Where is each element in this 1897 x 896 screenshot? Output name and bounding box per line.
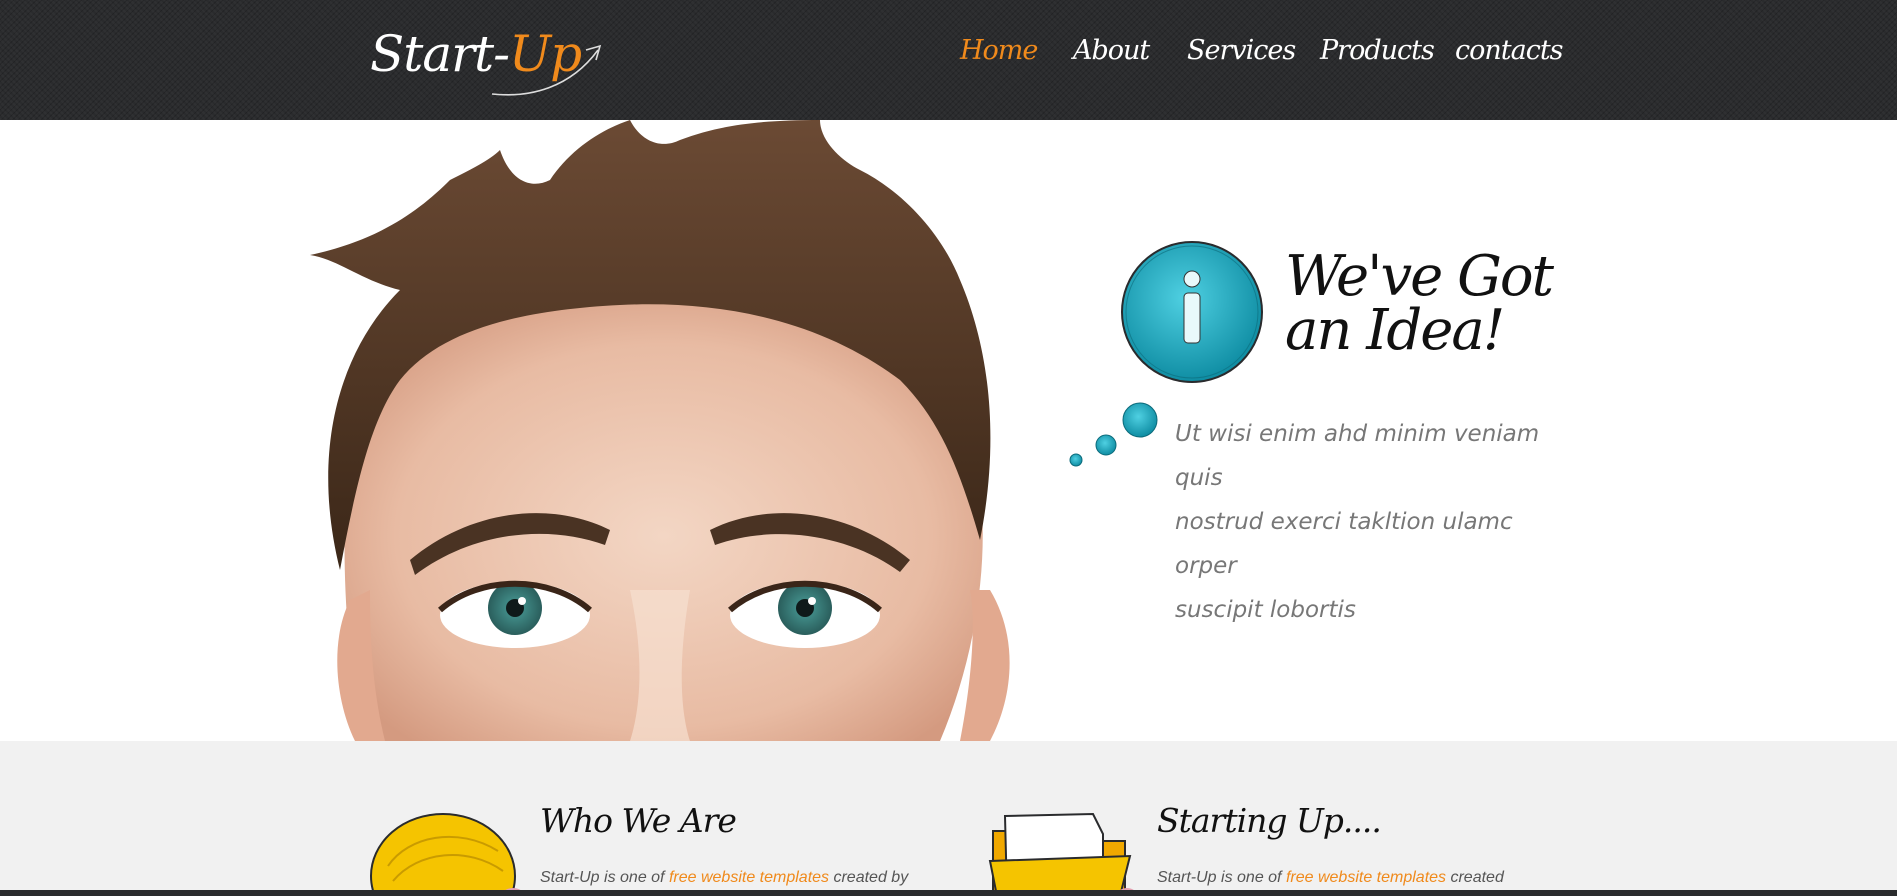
features-section: Who We Are Start-Up is one of free websi… [0, 741, 1897, 890]
feature-text-after: created [1446, 869, 1504, 886]
feature-text-before: Start-Up is one of [540, 869, 669, 886]
feature-starting-up: Starting Up.... Start-Up is one of free … [985, 741, 1565, 890]
free-templates-link[interactable]: free website templates [1286, 869, 1446, 886]
hero-title-line-2: an Idea! [1285, 298, 1505, 363]
logo-arrow-icon [491, 44, 602, 96]
lightbulb-icon [370, 813, 521, 890]
hero-title-line-1: We've Got [1285, 244, 1554, 309]
window-bottom-edge [0, 890, 1897, 896]
hero-description: Ut wisi enim ahd minim veniam quis nostr… [1175, 412, 1575, 632]
feature-text-before: Start-Up is one of [1157, 869, 1286, 886]
hero-title: We've Got an Idea! [1285, 244, 1605, 363]
feature-title: Who We Are [540, 801, 737, 840]
feature-title: Starting Up.... [1157, 801, 1382, 840]
hero-text-line-3: suscipit lobortis [1175, 597, 1356, 623]
main-nav: Home About Services Products contacts [960, 26, 1564, 76]
feature-text-after: created by [829, 869, 909, 886]
feature-text: Start-Up is one of free website template… [1157, 867, 1504, 889]
feature-who-we-are: Who We Are Start-Up is one of free websi… [368, 741, 948, 890]
hero-photo [310, 120, 1010, 741]
hero-section: We've Got an Idea! Ut wisi enim ahd mini… [0, 120, 1897, 741]
site-header: Start-Up Home About Services Products co… [0, 0, 1897, 120]
site-logo[interactable]: Start-Up [370, 18, 610, 98]
nav-item-about[interactable]: About [1073, 26, 1150, 76]
logo-text-start: Start- [370, 25, 510, 83]
nav-item-home[interactable]: Home [960, 26, 1038, 76]
nav-item-services[interactable]: Services [1187, 26, 1296, 76]
nav-item-contacts[interactable]: contacts [1455, 26, 1564, 76]
free-templates-link[interactable]: free website templates [669, 869, 829, 886]
hero-text-line-2: nostrud exerci takltion ulamc orper [1175, 509, 1513, 579]
nav-item-products[interactable]: Products [1320, 26, 1435, 76]
feature-text: Start-Up is one of free website template… [540, 867, 908, 889]
folder-icon [988, 812, 1134, 890]
hero-text-line-1: Ut wisi enim ahd minim veniam quis [1175, 421, 1540, 491]
